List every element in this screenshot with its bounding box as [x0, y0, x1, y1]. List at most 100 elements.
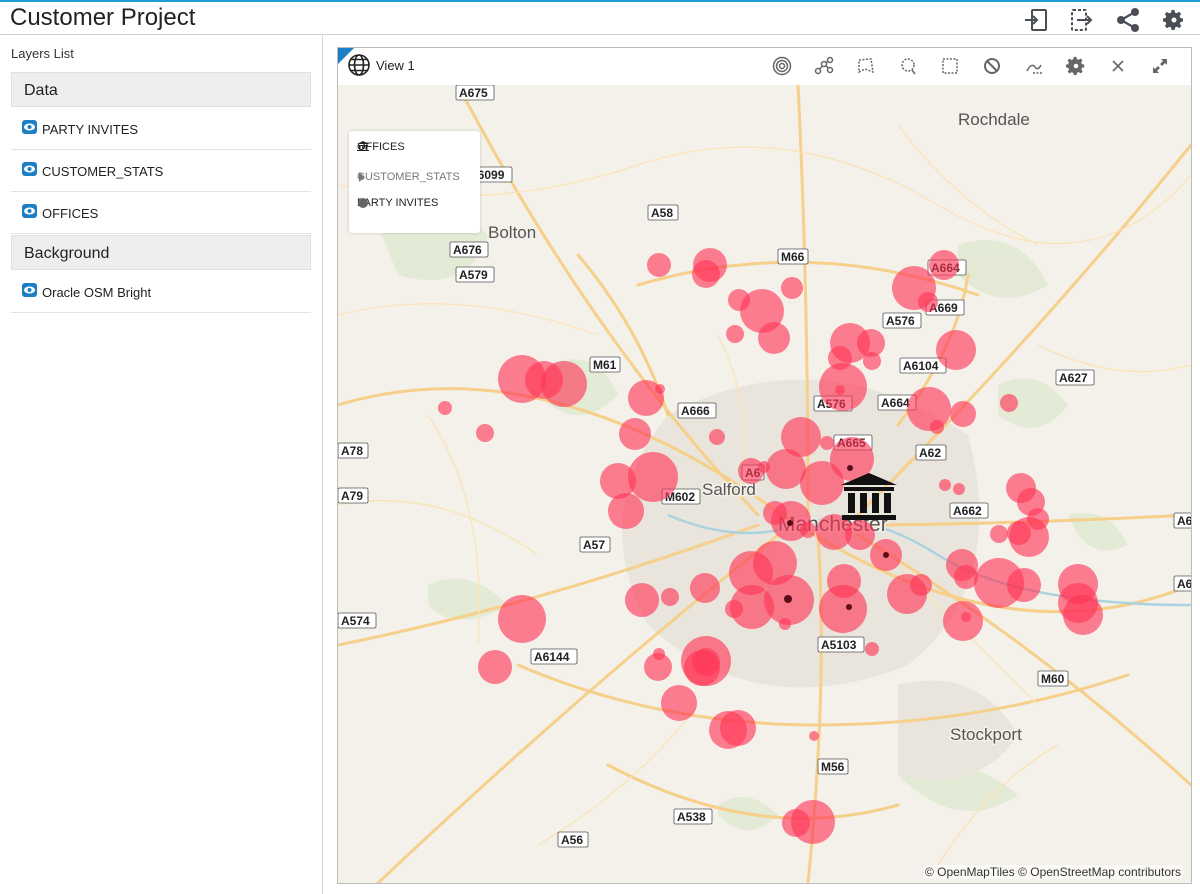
svg-text:A78: A78 — [341, 444, 363, 458]
export-icon[interactable] — [1068, 6, 1096, 34]
party-invite-bubble[interactable] — [936, 330, 976, 370]
party-invite-bubble[interactable] — [438, 401, 452, 415]
party-invite-bubble[interactable] — [476, 424, 494, 442]
party-invite-bubble[interactable] — [647, 253, 671, 277]
rectangle-select-icon[interactable] — [935, 53, 965, 79]
road-label: A574 — [338, 612, 377, 629]
party-invite-bubble[interactable] — [809, 731, 819, 741]
party-invite-bubble[interactable] — [953, 483, 965, 495]
party-invite-bubble[interactable] — [1058, 583, 1098, 623]
party-invite-bubble[interactable] — [1007, 568, 1041, 602]
layer-party-invites[interactable]: PARTY INVITES — [11, 108, 311, 150]
section-data[interactable]: Data — [11, 72, 311, 107]
party-invite-bubble[interactable] — [819, 585, 867, 633]
party-invite-bubble[interactable] — [784, 595, 792, 603]
party-invite-bubble[interactable] — [863, 352, 881, 370]
settings-gear-icon[interactable] — [1160, 6, 1188, 34]
visibility-eye-icon[interactable] — [22, 162, 37, 176]
road-label: M66 — [777, 248, 809, 265]
svg-text:M56: M56 — [821, 760, 845, 774]
map-canvas[interactable]: Rochdale Bolton Salford Manchester Stock… — [338, 85, 1191, 883]
road-label: M56 — [817, 758, 849, 775]
party-invite-bubble[interactable] — [726, 325, 744, 343]
close-icon[interactable] — [1103, 53, 1133, 79]
view-title: View 1 — [376, 58, 415, 73]
draw-line-icon[interactable] — [1019, 53, 1049, 79]
clear-selection-icon[interactable] — [977, 53, 1007, 79]
layers-list-label: Layers List — [11, 46, 74, 61]
layer-oracle-osm-bright[interactable]: Oracle OSM Bright — [11, 271, 311, 313]
party-invite-bubble[interactable] — [845, 520, 875, 550]
svg-text:M60: M60 — [1041, 672, 1065, 686]
legend-customer-stats[interactable]: CUSTOMER_STATS — [357, 171, 460, 183]
party-invite-bubble[interactable] — [820, 436, 834, 450]
party-invite-bubble[interactable] — [709, 429, 725, 445]
party-invite-bubble[interactable] — [541, 361, 587, 407]
party-invite-bubble[interactable] — [478, 650, 512, 684]
party-invite-bubble[interactable] — [653, 648, 665, 660]
caret-right-icon[interactable] — [357, 171, 367, 183]
party-invite-bubble[interactable] — [939, 479, 951, 491]
road-label: A6 — [1173, 575, 1191, 592]
import-icon[interactable] — [1022, 6, 1050, 34]
party-invite-bubble[interactable] — [781, 277, 803, 299]
party-invite-bubble[interactable] — [846, 604, 852, 610]
party-invite-bubble[interactable] — [930, 420, 944, 434]
party-invite-bubble[interactable] — [779, 618, 791, 630]
party-invite-bubble[interactable] — [655, 384, 665, 394]
layer-label: CUSTOMER_STATS — [42, 164, 164, 179]
view-settings-gear-icon[interactable] — [1061, 53, 1091, 79]
place-label-bolton: Bolton — [488, 223, 536, 242]
party-invite-bubble[interactable] — [929, 250, 959, 280]
svg-text:A6104: A6104 — [903, 359, 939, 373]
party-invite-bubble[interactable] — [883, 552, 889, 558]
party-invite-bubble[interactable] — [907, 387, 951, 431]
road-label: M61 — [589, 356, 621, 373]
maximize-icon[interactable] — [1145, 53, 1175, 79]
party-invite-bubble[interactable] — [990, 525, 1008, 543]
party-invite-bubble[interactable] — [498, 595, 546, 643]
party-invite-bubble[interactable] — [782, 809, 810, 837]
party-invite-bubble[interactable] — [608, 493, 644, 529]
party-invite-bubble[interactable] — [619, 418, 651, 450]
party-invite-bubble[interactable] — [1007, 521, 1031, 545]
layer-offices[interactable]: OFFICES — [11, 192, 311, 234]
visibility-eye-icon[interactable] — [22, 120, 37, 134]
party-invite-bubble[interactable] — [918, 292, 938, 312]
network-icon[interactable] — [809, 53, 839, 79]
section-background[interactable]: Background — [11, 235, 311, 270]
map-view-panel: View 1 Rochdale Bolton Salford Stockport… — [337, 47, 1192, 884]
party-invite-bubble[interactable] — [787, 520, 793, 526]
lasso-select-icon[interactable] — [893, 53, 923, 79]
road-label: A579 — [455, 266, 495, 283]
party-invite-bubble[interactable] — [661, 588, 679, 606]
party-invite-bubble[interactable] — [758, 322, 790, 354]
layer-customer-stats[interactable]: CUSTOMER_STATS — [11, 150, 311, 192]
party-invite-bubble[interactable] — [800, 461, 844, 505]
visibility-eye-icon[interactable] — [22, 283, 37, 297]
svg-text:A57: A57 — [583, 538, 605, 552]
visibility-eye-icon[interactable] — [22, 204, 37, 218]
party-invite-bubble[interactable] — [690, 573, 720, 603]
party-invite-bubble[interactable] — [950, 401, 976, 427]
party-invite-bubble[interactable] — [1000, 394, 1018, 412]
party-invite-bubble[interactable] — [661, 685, 697, 721]
party-invite-bubble[interactable] — [961, 612, 971, 622]
target-icon[interactable] — [767, 53, 797, 79]
page-title: Customer Project — [10, 4, 196, 31]
svg-text:A664: A664 — [881, 396, 910, 410]
party-invite-bubble[interactable] — [835, 385, 845, 395]
road-label: A5103 — [817, 636, 865, 653]
svg-text:A62: A62 — [919, 446, 941, 460]
party-invite-bubble[interactable] — [625, 583, 659, 617]
party-invite-bubble[interactable] — [847, 465, 853, 471]
party-invite-bubble[interactable] — [692, 260, 720, 288]
party-invite-bubble[interactable] — [725, 600, 743, 618]
party-invite-bubble[interactable] — [684, 650, 720, 686]
party-invite-bubble[interactable] — [910, 574, 932, 596]
share-icon[interactable] — [1114, 6, 1142, 34]
party-invite-bubble[interactable] — [720, 710, 756, 746]
party-invite-bubble[interactable] — [800, 522, 816, 538]
party-invite-bubble[interactable] — [865, 642, 879, 656]
polygon-select-icon[interactable] — [851, 53, 881, 79]
